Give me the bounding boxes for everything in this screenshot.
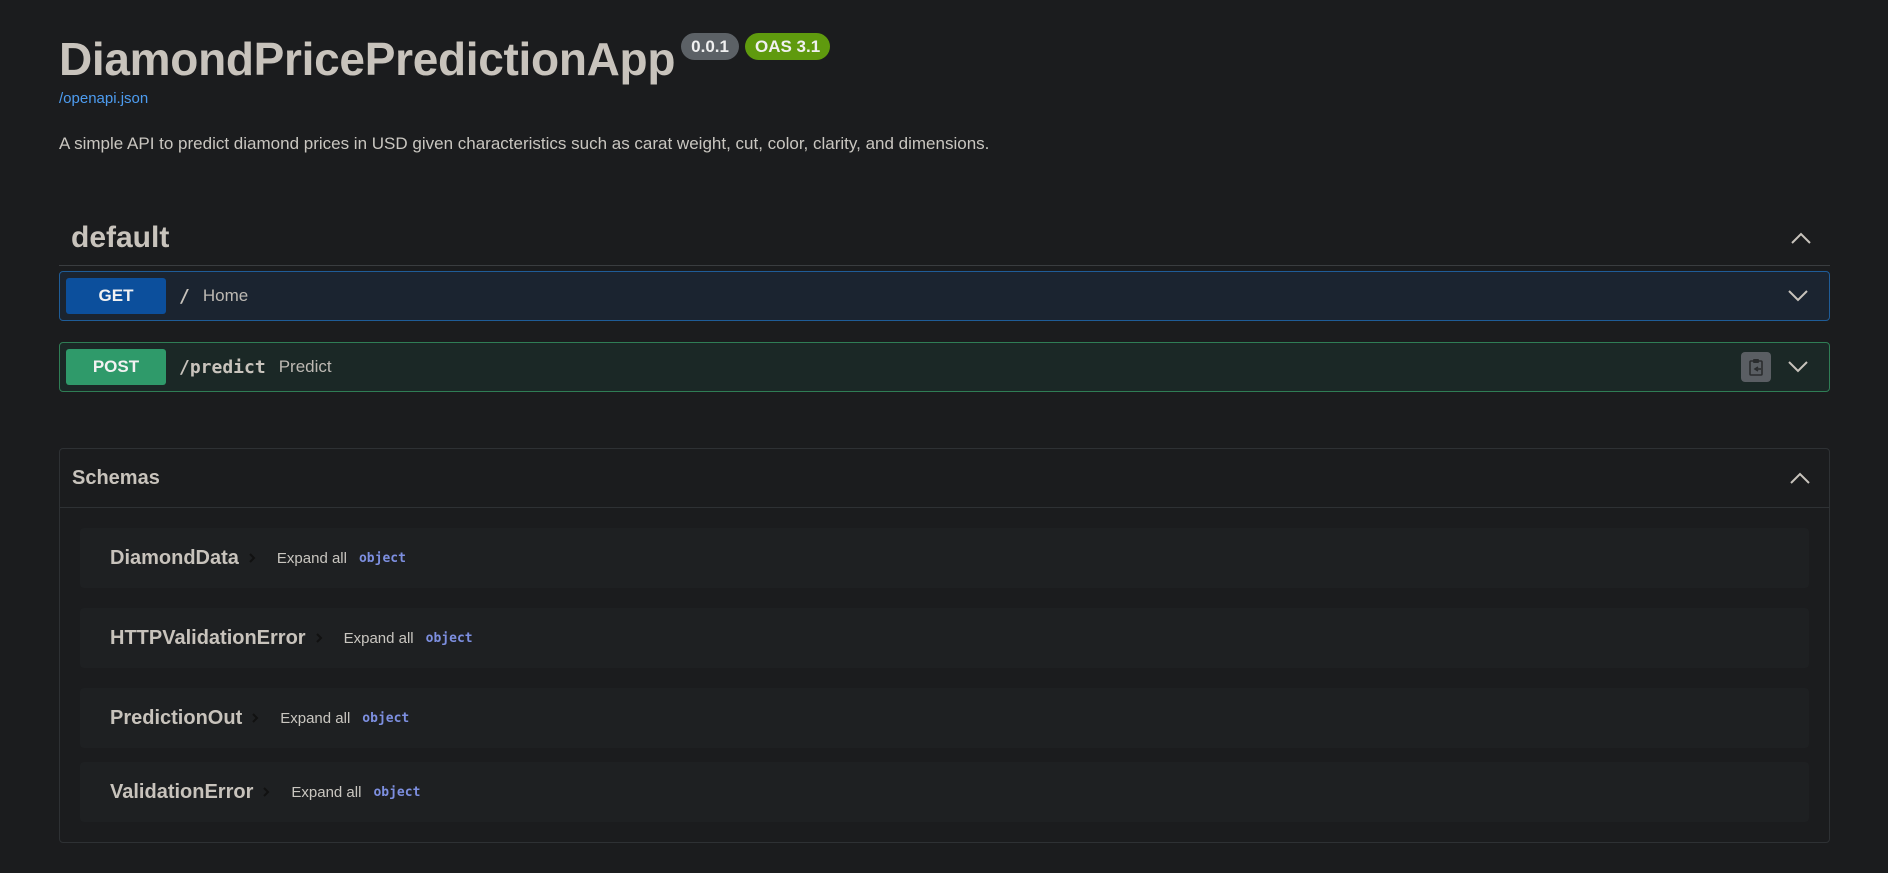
- expand-all-button[interactable]: Expand all: [344, 630, 414, 647]
- version-badge: 0.0.1: [681, 33, 739, 60]
- schema-type: object: [358, 550, 406, 566]
- schema-item-httpvalidationerror[interactable]: HTTPValidationError Expand all object: [80, 608, 1809, 668]
- operation-path: /predict: [179, 356, 266, 378]
- operation-path: /: [179, 285, 190, 307]
- chevron-right-icon[interactable]: [245, 551, 259, 565]
- api-info: DiamondPricePredictionApp 0.0.1 OAS 3.1 …: [59, 0, 1830, 154]
- title-row: DiamondPricePredictionApp 0.0.1 OAS 3.1: [59, 30, 1830, 88]
- schemas-header[interactable]: Schemas: [60, 449, 1829, 508]
- schema-name: HTTPValidationError: [110, 626, 306, 649]
- operation-summary: Home: [202, 286, 249, 305]
- operation-post-predict[interactable]: POST /predict Predict: [59, 342, 1830, 392]
- operation-get-home[interactable]: GET / Home: [59, 271, 1830, 321]
- schema-item-diamonddata[interactable]: DiamondData Expand all object: [80, 528, 1809, 588]
- schema-type: object: [373, 784, 421, 800]
- schemas-section: Schemas DiamondData Expand all object HT…: [59, 448, 1830, 843]
- tag-default-header[interactable]: default: [59, 210, 1830, 266]
- openapi-json-link[interactable]: /openapi.json: [59, 90, 148, 107]
- operation-controls: [1741, 350, 1815, 384]
- schema-item-predictionout[interactable]: PredictionOut Expand all object: [80, 688, 1809, 748]
- chevron-down-icon[interactable]: [1781, 279, 1815, 313]
- schemas-title: Schemas: [72, 466, 160, 489]
- expand-all-button[interactable]: Expand all: [280, 710, 350, 727]
- copy-to-clipboard-icon[interactable]: [1741, 352, 1771, 382]
- schema-type: object: [362, 710, 410, 726]
- chevron-right-icon[interactable]: [248, 711, 262, 725]
- schema-item-validationerror[interactable]: ValidationError Expand all object: [80, 762, 1809, 822]
- operation-controls: [1781, 279, 1815, 313]
- api-title: DiamondPricePredictionApp: [59, 33, 676, 85]
- schema-list: DiamondData Expand all object HTTPValida…: [60, 508, 1829, 822]
- schema-type: object: [425, 630, 473, 646]
- schema-name: DiamondData: [110, 546, 239, 569]
- chevron-up-icon[interactable]: [1784, 221, 1818, 255]
- schema-name: ValidationError: [110, 780, 254, 803]
- api-description: A simple API to predict diamond prices i…: [59, 134, 990, 153]
- schema-name: PredictionOut: [110, 706, 243, 729]
- expand-all-button[interactable]: Expand all: [277, 550, 347, 567]
- oas-badge: OAS 3.1: [744, 33, 831, 60]
- swagger-ui: DiamondPricePredictionApp 0.0.1 OAS 3.1 …: [0, 0, 1888, 843]
- expand-all-button[interactable]: Expand all: [291, 784, 361, 801]
- method-badge-get: GET: [66, 278, 166, 314]
- operation-summary: Predict: [278, 357, 332, 376]
- chevron-right-icon[interactable]: [312, 631, 326, 645]
- chevron-up-icon[interactable]: [1783, 461, 1817, 495]
- chevron-down-icon[interactable]: [1781, 350, 1815, 384]
- tag-name: default: [71, 220, 170, 254]
- chevron-right-icon[interactable]: [259, 785, 273, 799]
- method-badge-post: POST: [66, 349, 166, 385]
